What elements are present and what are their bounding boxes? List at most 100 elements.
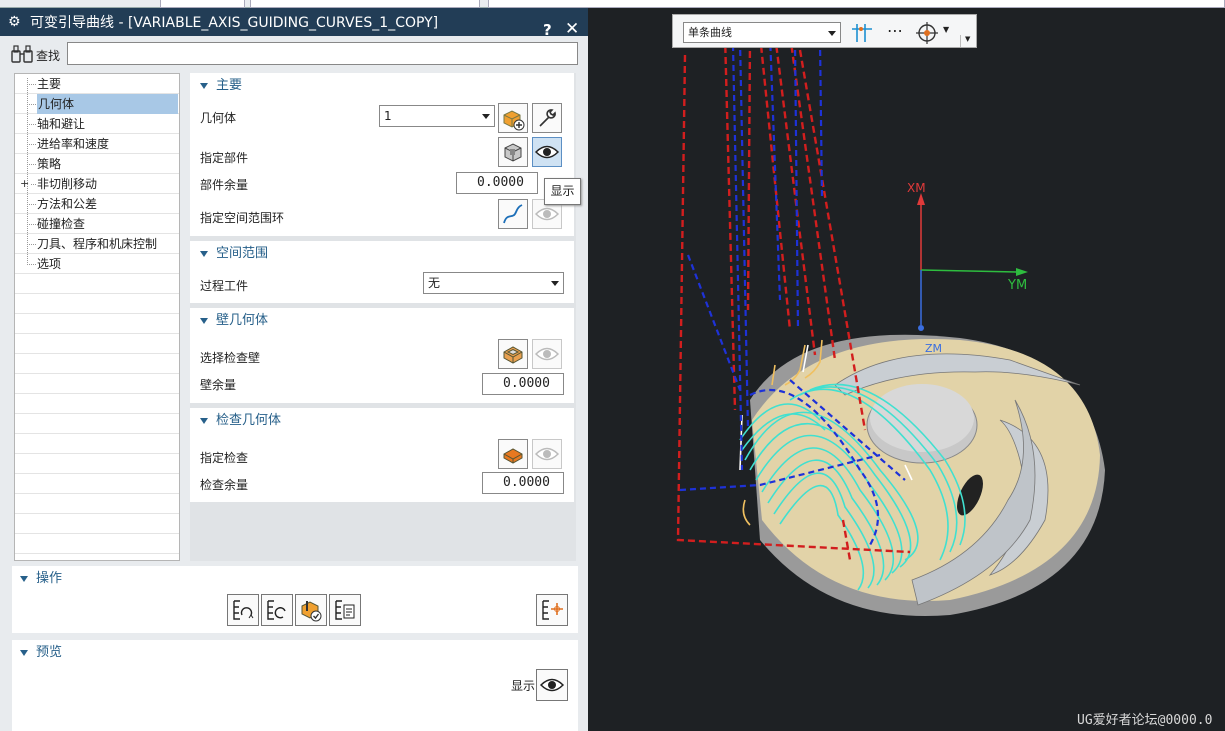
section-preview: 预览 显示 [12, 640, 578, 731]
tree-item-feeds-speeds[interactable]: 进给率和速度 [15, 134, 179, 154]
section-check-geometry: 检查几何体 指定检查 检查余量 0.0000 [190, 408, 574, 502]
section-title: 壁几何体 [216, 313, 269, 328]
dropdown-arrow-icon [482, 114, 490, 119]
ipw-select[interactable]: 无 [423, 272, 564, 294]
new-geometry-icon [503, 110, 525, 131]
watermark: UG爱好者论坛@0000.0 [1077, 713, 1213, 728]
tree-item-axis-avoidance[interactable]: 轴和避让 [15, 114, 179, 134]
tree-empty-row [15, 354, 179, 374]
selection-filter-value: 单条曲线 [688, 26, 732, 39]
tree-empty-row [15, 454, 179, 474]
section-main: 主要 几何体 1 指定部件 部件余量 0.0000 指定空间范围环 [190, 73, 574, 236]
section-preview-header[interactable]: 预览 [12, 640, 578, 666]
preview-display-button[interactable] [536, 669, 568, 701]
tree-item-options[interactable]: 选项 [15, 254, 179, 274]
path-options-icon [542, 600, 563, 620]
dropdown-arrow-icon [828, 31, 836, 36]
replay-button[interactable] [261, 594, 293, 626]
tree-item-label: 碰撞检查 [37, 217, 86, 231]
options-button[interactable] [536, 594, 568, 626]
tree-empty-row [15, 474, 179, 494]
check-wall-label: 选择检查壁 [200, 351, 261, 365]
selection-filter-select[interactable]: 单条曲线 [683, 22, 841, 43]
section-title: 主要 [216, 78, 243, 93]
tree-item-non-cutting-moves[interactable]: + 非切削移动 [15, 174, 179, 194]
more-icon[interactable]: ⋯ [887, 21, 903, 40]
taskbar-tab[interactable] [488, 0, 1225, 8]
tree-item-method-tolerance[interactable]: 方法和公差 [15, 194, 179, 214]
tree-empty-row [15, 514, 179, 534]
select-part-button[interactable] [498, 137, 528, 167]
part-stock-input[interactable]: 0.0000 [456, 172, 538, 194]
section-title: 预览 [36, 645, 63, 660]
eye-icon [540, 678, 564, 692]
wall-icon [503, 346, 523, 364]
wall-stock-label: 壁余量 [200, 378, 237, 392]
selection-toolbar: 单条曲线 ⋯ ▼ ▼ [672, 14, 977, 48]
title-bar: ⚙ 可变引导曲线 - [VARIABLE_AXIS_GUIDING_CURVES… [0, 8, 588, 39]
tree-item-geometry[interactable]: 几何体 [15, 94, 179, 114]
section-wall-geometry: 壁几何体 选择检查壁 壁余量 0.0000 [190, 308, 574, 403]
specify-part-label: 指定部件 [200, 151, 249, 165]
list-button[interactable] [329, 594, 361, 626]
dropdown-arrow-icon [551, 281, 559, 286]
taskbar-tab[interactable] [160, 0, 245, 8]
eye-icon [535, 447, 559, 461]
collapse-triangle-icon [20, 649, 28, 656]
specify-check-label: 指定检查 [200, 451, 249, 465]
tree-item-tool-program-machine[interactable]: 刀具、程序和机床控制 [15, 234, 179, 254]
expand-plus-icon[interactable]: + [20, 177, 29, 190]
snap-point-icon[interactable] [915, 21, 939, 45]
tree-item-label: 策略 [37, 157, 62, 171]
geometry-select[interactable]: 1 [379, 105, 495, 127]
section-operations-header[interactable]: 操作 [12, 566, 578, 592]
dialog-title: 可变引导曲线 - [VARIABLE_AXIS_GUIDING_CURVES_1… [30, 15, 439, 31]
tree-item-main[interactable]: 主要 [15, 74, 179, 94]
edit-geometry-button[interactable] [532, 103, 562, 133]
check-body-icon [503, 448, 523, 464]
section-space-range-header[interactable]: 空间范围 [190, 241, 574, 267]
section-main-header[interactable]: 主要 [190, 73, 574, 99]
select-check-wall-button[interactable] [498, 339, 528, 369]
curve-icon [503, 204, 523, 224]
wall-stock-input[interactable]: 0.0000 [482, 373, 564, 395]
tree-item-strategy[interactable]: 策略 [15, 154, 179, 174]
display-check-button[interactable] [532, 439, 562, 469]
section-title: 操作 [36, 571, 63, 586]
select-check-button[interactable] [498, 439, 528, 469]
section-space-range: 空间范围 过程工件 无 [190, 241, 574, 303]
section-check-header[interactable]: 检查几何体 [190, 408, 574, 434]
tree-empty-row [15, 394, 179, 414]
check-stock-input[interactable]: 0.0000 [482, 472, 564, 494]
display-part-button[interactable] [532, 137, 562, 167]
taskbar-tab[interactable] [250, 0, 480, 8]
tree-item-collision-check[interactable]: 碰撞检查 [15, 214, 179, 234]
ipw-label: 过程工件 [200, 279, 249, 293]
find-input[interactable] [67, 42, 578, 65]
select-boundary-button[interactable] [498, 199, 528, 229]
find-label: 查找 [36, 49, 61, 63]
taskbar-strip [0, 0, 1225, 8]
model-scene[interactable]: XM YM ZM [588, 8, 1225, 731]
snap-dropdown-icon[interactable]: ▼ [943, 25, 949, 34]
intersection-icon[interactable] [851, 22, 873, 44]
tree-item-label: 主要 [37, 77, 62, 91]
new-geometry-button[interactable] [498, 103, 528, 133]
tree-empty-row [15, 414, 179, 434]
property-panel: 主要 几何体 1 指定部件 部件余量 0.0000 指定空间范围环 空间范围 过… [190, 73, 576, 561]
binoculars-icon [11, 45, 33, 63]
section-wall-header[interactable]: 壁几何体 [190, 308, 574, 334]
wrench-icon [539, 109, 556, 127]
help-button[interactable]: ? [543, 21, 552, 39]
close-button[interactable]: ✕ [565, 19, 579, 39]
section-title: 检查几何体 [216, 413, 282, 428]
display-wall-button[interactable] [532, 339, 562, 369]
generate-button[interactable] [227, 594, 259, 626]
eye-icon [535, 145, 559, 159]
toolbar-overflow-icon[interactable]: ▼ [960, 35, 970, 47]
graphics-viewport[interactable]: XM YM ZM [588, 8, 1225, 731]
specify-boundary-label: 指定空间范围环 [200, 211, 285, 225]
geometry-label: 几何体 [200, 111, 237, 125]
verify-button[interactable] [295, 594, 327, 626]
tooltip-display: 显示 [544, 178, 581, 205]
